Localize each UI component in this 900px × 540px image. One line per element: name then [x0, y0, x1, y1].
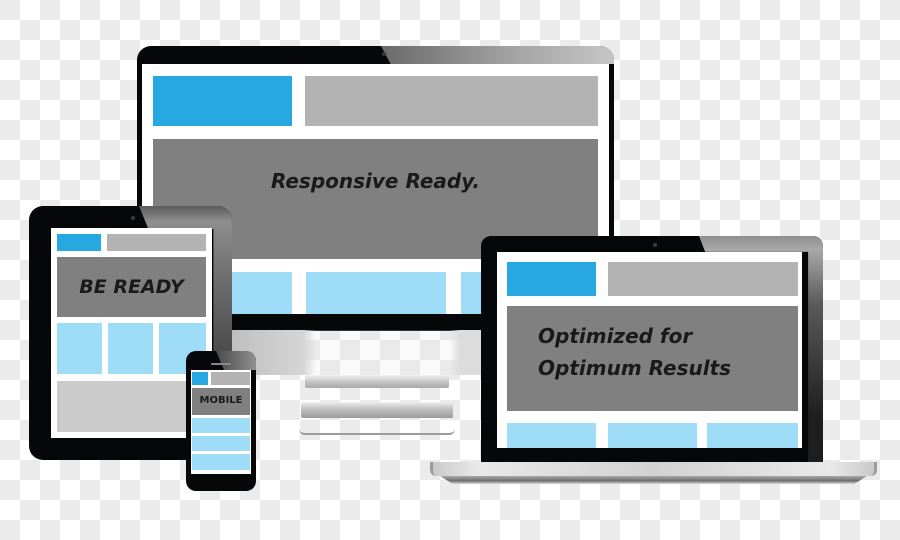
monitor-stand-base	[301, 402, 453, 418]
laptop-hero-text-line2: Optimum Results	[538, 356, 732, 380]
laptop-content-block-2	[608, 423, 697, 448]
phone-nav-block	[211, 372, 250, 385]
laptop-content-block-1	[507, 423, 596, 448]
laptop-hero-text-line1: Optimized for	[538, 324, 693, 348]
laptop-hero-block: Optimized for Optimum Results	[507, 306, 798, 411]
phone-bezel-glare	[216, 351, 256, 370]
laptop-screen: Optimized for Optimum Results	[497, 252, 802, 448]
tablet-content-block-1	[57, 323, 102, 374]
phone-content-block-1	[192, 418, 250, 433]
monitor-content-block-2	[306, 272, 446, 314]
monitor-stand-foot	[299, 429, 455, 435]
phone-hero-block: MOBILE	[192, 388, 250, 415]
laptop-nav-block	[608, 262, 798, 296]
laptop-logo-block	[507, 262, 596, 296]
phone-content-block-2	[192, 436, 250, 451]
smartphone: MOBILE	[186, 351, 256, 491]
monitor-chin	[225, 330, 486, 375]
tablet-hero-block: BE READY	[57, 257, 206, 317]
monitor-hero-text: Responsive Ready.	[270, 169, 481, 193]
monitor-nav-block	[305, 76, 598, 126]
laptop-content-block-3	[707, 423, 798, 448]
monitor-camera-icon	[382, 52, 386, 56]
monitor-logo-block	[153, 76, 292, 126]
laptop-base	[430, 462, 877, 476]
laptop: Optimized for Optimum Results	[481, 236, 823, 463]
laptop-camera-icon	[653, 243, 657, 247]
laptop-base-lip	[440, 476, 867, 484]
tablet-footer-block	[57, 381, 206, 432]
monitor-bezel-glare	[381, 46, 614, 64]
tablet-nav-block	[107, 234, 206, 251]
tablet-hero-text: BE READY	[79, 276, 184, 298]
phone-hero-text: MOBILE	[199, 395, 243, 406]
phone-screen: MOBILE	[191, 370, 251, 474]
tablet-camera-icon	[131, 216, 135, 220]
phone-logo-block	[192, 372, 208, 385]
tablet-content-block-2	[108, 323, 153, 374]
tablet-logo-block	[57, 234, 101, 251]
phone-content-block-3	[192, 454, 250, 470]
phone-speaker-icon	[211, 363, 231, 365]
monitor-stand-neck	[305, 375, 449, 388]
